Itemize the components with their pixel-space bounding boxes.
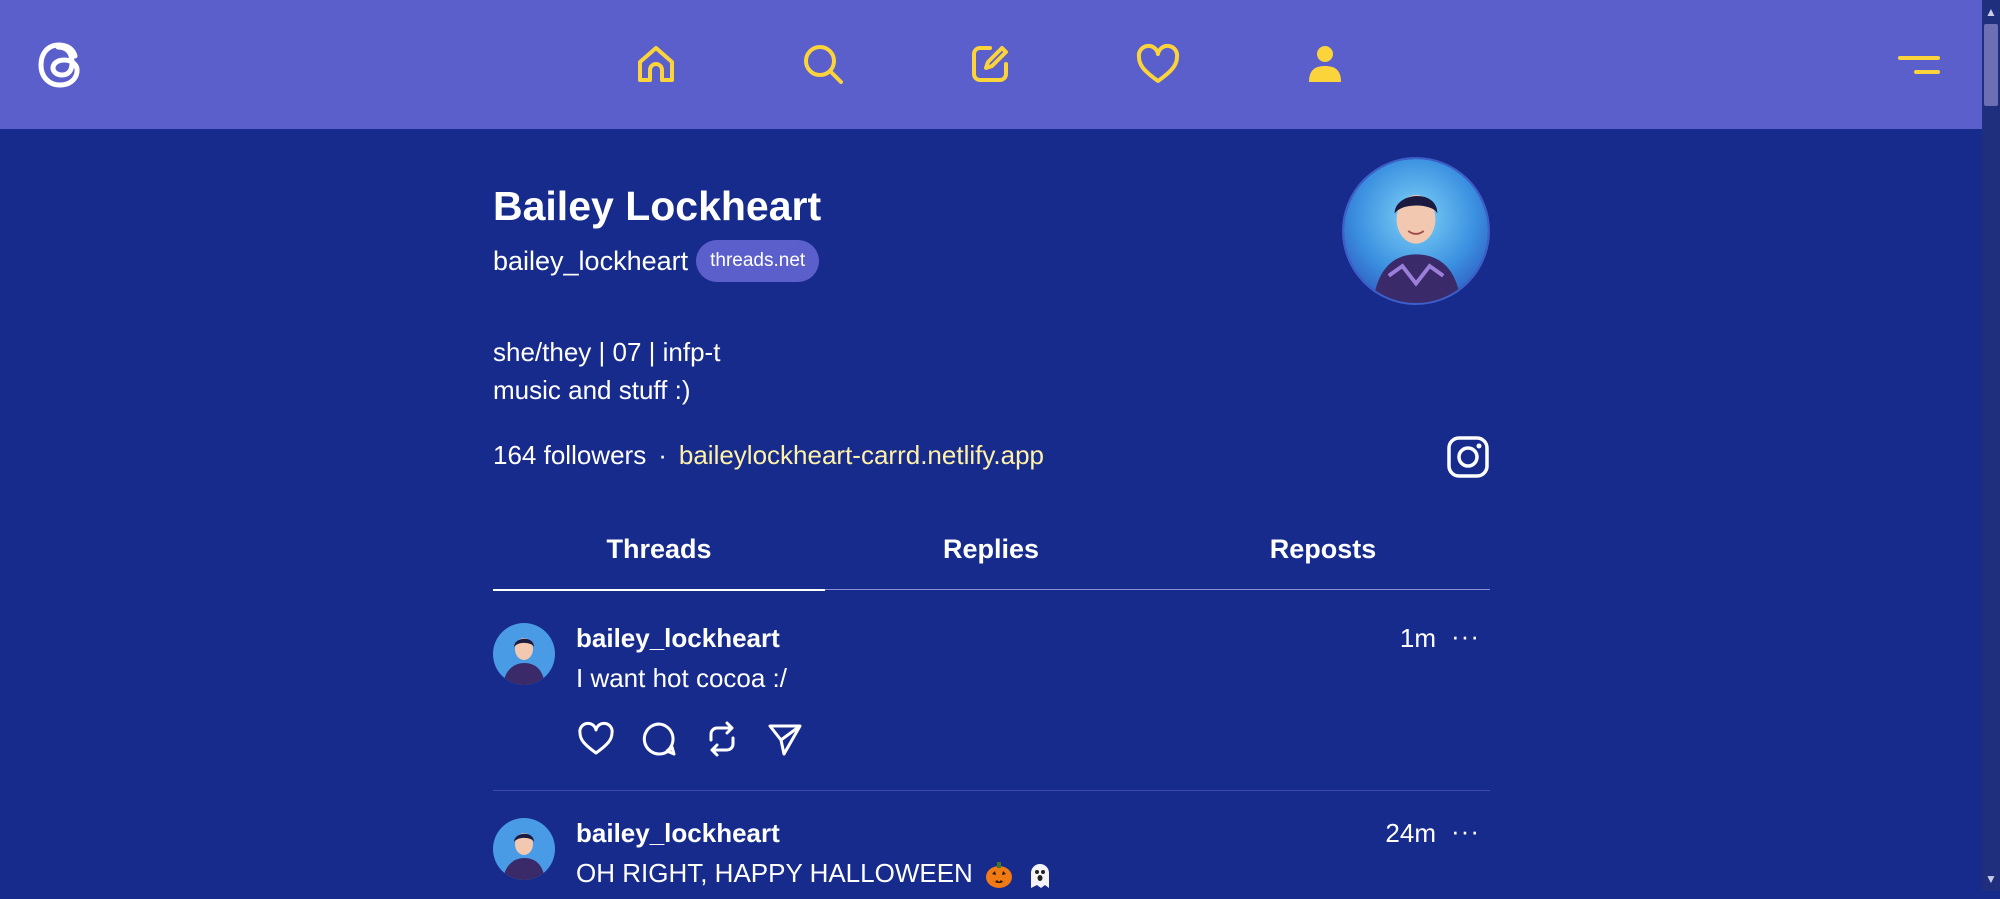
post-actions <box>576 719 828 759</box>
profile-icon[interactable] <box>1299 36 1351 92</box>
post-item: bailey_lockheart 24m ··· OH RIGHT, HAPPY… <box>493 816 1490 898</box>
top-nav-bar <box>0 0 1982 129</box>
profile-handle: bailey_lockheart <box>493 245 689 276</box>
threads-profile-page: ▲ ▼ Bailey Lockheart bailey_lockheart th… <box>0 0 2000 899</box>
tab-reposts[interactable]: Reposts <box>1157 520 1489 590</box>
post-timestamp: 1m <box>1399 623 1436 653</box>
scroll-down-arrow-icon[interactable]: ▼ <box>1982 869 2000 889</box>
profile-avatar[interactable] <box>1342 157 1490 305</box>
repost-icon[interactable] <box>702 719 742 759</box>
post-avatar[interactable] <box>493 623 555 685</box>
post-text: OH RIGHT, HAPPY HALLOWEEN <box>576 858 973 888</box>
more-options-icon[interactable]: ··· <box>1451 621 1480 652</box>
tab-replies[interactable]: Replies <box>825 520 1157 590</box>
compose-icon[interactable] <box>964 36 1016 92</box>
menu-icon[interactable] <box>1896 48 1942 82</box>
threads-logo-icon[interactable] <box>32 34 90 94</box>
bio-line-2: music and stuff :) <box>493 375 691 405</box>
home-icon[interactable] <box>630 36 682 92</box>
profile-name: Bailey Lockheart <box>493 183 822 229</box>
profile-tabs: Threads Replies Reposts <box>493 520 1490 591</box>
stats-row: 164 followers · baileylockheart-carrd.ne… <box>493 440 1044 471</box>
followers-count[interactable]: 164 followers <box>493 440 646 471</box>
heart-icon[interactable] <box>1132 36 1184 92</box>
post-item: bailey_lockheart 1m ··· I want hot cocoa… <box>493 621 1490 783</box>
instagram-icon[interactable] <box>1446 435 1490 479</box>
profile-bio: she/they | 07 | infp-t music and stuff :… <box>493 333 720 409</box>
post-text-row: OH RIGHT, HAPPY HALLOWEEN <box>576 858 1055 890</box>
bio-line-1: she/they | 07 | infp-t <box>493 337 721 367</box>
post-timestamp: 24m <box>1385 818 1436 848</box>
post-avatar[interactable] <box>493 818 555 880</box>
handle-row: bailey_lockheart threads.net <box>493 240 820 282</box>
post-divider <box>493 790 1490 791</box>
vertical-scrollbar[interactable]: ▲ ▼ <box>1982 0 2000 891</box>
post-text: I want hot cocoa :/ <box>576 663 788 693</box>
comment-icon[interactable] <box>639 719 679 759</box>
jack-o-lantern-emoji-icon <box>984 860 1014 890</box>
more-options-icon[interactable]: ··· <box>1451 816 1480 847</box>
ghost-emoji-icon <box>1025 860 1055 890</box>
search-icon[interactable] <box>797 36 849 92</box>
profile-website-link[interactable]: baileylockheart-carrd.netlify.app <box>679 440 1044 471</box>
separator-dot: · <box>658 440 667 470</box>
scroll-up-arrow-icon[interactable]: ▲ <box>1982 2 2000 22</box>
share-icon[interactable] <box>765 719 805 759</box>
domain-badge[interactable]: threads.net <box>696 240 820 282</box>
like-icon[interactable] <box>576 719 616 759</box>
scroll-thumb[interactable] <box>1984 24 1998 106</box>
post-username[interactable]: bailey_lockheart <box>576 623 780 654</box>
tab-threads[interactable]: Threads <box>493 520 825 591</box>
post-username[interactable]: bailey_lockheart <box>576 818 780 849</box>
